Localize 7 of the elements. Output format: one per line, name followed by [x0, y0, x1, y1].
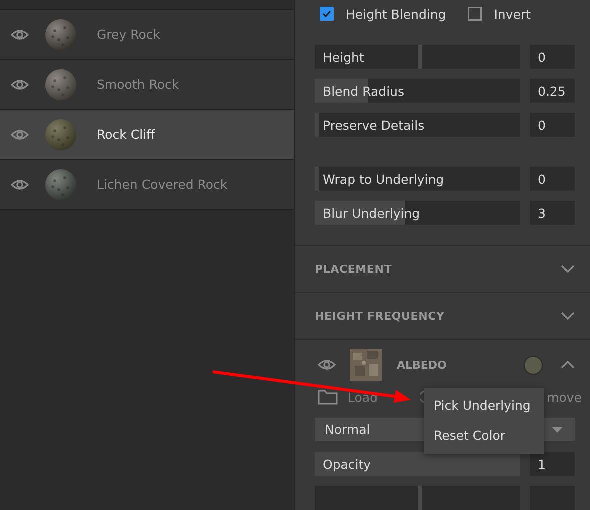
layer-name: Rock Cliff: [97, 127, 156, 142]
checkbox-label: Invert: [494, 6, 531, 22]
layer-name: Smooth Rock: [97, 77, 180, 92]
section-title: ALBEDO: [397, 358, 448, 372]
checkbox-label: Height Blending: [346, 6, 446, 22]
layer-name: Grey Rock: [97, 27, 160, 42]
layer-name: Lichen Covered Rock: [97, 177, 228, 192]
